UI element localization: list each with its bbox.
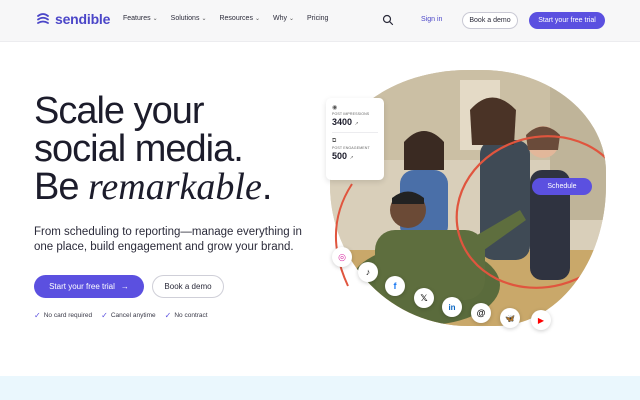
start-free-trial-label: Start your free trial <box>49 282 115 291</box>
checkmark-icon: ✓ <box>101 311 108 320</box>
headline-line-2: social media. <box>34 128 244 170</box>
brand-name: sendible <box>55 11 111 27</box>
checkmark-icon: ✓ <box>34 311 41 320</box>
sendible-logo-icon <box>37 13 49 24</box>
x-icon[interactable]: 𝕏 <box>414 288 434 308</box>
sendible-logo[interactable]: sendible <box>36 11 110 27</box>
headline-remarkable: remarkable <box>88 166 262 208</box>
headline-be: Be <box>34 166 89 208</box>
nav-why[interactable]: Why ⌄ <box>273 15 294 22</box>
chevron-down-icon: ⌄ <box>152 16 158 22</box>
linkedin-icon[interactable]: in <box>442 297 462 317</box>
eye-icon: ◉ <box>332 105 338 111</box>
check-item: ✓ No contract <box>165 311 208 320</box>
sign-in-link[interactable]: Sign in <box>421 16 442 23</box>
divider <box>332 132 378 133</box>
nav-links: Features ⌄ Solutions ⌄ Resources ⌄ Why ⌄… <box>123 15 328 22</box>
stat-engagement: ⧉ Post engagement 500 ↗ <box>332 138 378 161</box>
check-item: ✓ Cancel anytime <box>101 311 156 320</box>
benefit-checks: ✓ No card required ✓ Cancel anytime ✓ No… <box>34 311 208 320</box>
top-navigation: sendible Features ⌄ Solutions ⌄ Resource… <box>0 0 640 42</box>
stat-value: 3400 ↗ <box>332 117 378 127</box>
check-item: ✓ No card required <box>34 311 92 320</box>
nav-solutions[interactable]: Solutions ⌄ <box>171 15 207 22</box>
headline-period: . <box>261 166 273 208</box>
nav-features-label: Features <box>123 15 151 22</box>
stat-impressions: ◉ Post impressions 3400 ↗ <box>332 104 378 127</box>
trend-up-icon: ↗ <box>349 155 354 161</box>
nav-pricing[interactable]: Pricing <box>307 15 328 22</box>
stat-value-number: 500 <box>332 151 348 161</box>
next-section-band <box>0 376 640 400</box>
threads-icon[interactable]: @ <box>471 303 491 323</box>
nav-pricing-label: Pricing <box>307 15 329 22</box>
headline-line-3: Be remarkable. <box>34 166 273 208</box>
nav-solutions-label: Solutions <box>170 15 200 22</box>
bluesky-icon[interactable]: 🦋 <box>500 308 520 328</box>
arrow-right-icon: → <box>120 282 129 291</box>
chevron-down-icon: ⌄ <box>201 16 207 22</box>
hero-headline: Scale your social media. Be remarkable. <box>34 90 273 208</box>
book-demo-button[interactable]: Book a demo <box>152 275 224 298</box>
checkmark-icon: ✓ <box>164 311 172 320</box>
instagram-icon[interactable]: ◎ <box>332 247 352 267</box>
headline-line-1: Scale your <box>34 90 205 132</box>
check-label: No contract <box>174 312 208 319</box>
nav-resources-label: Resources <box>219 15 253 22</box>
stats-card: ◉ Post impressions 3400 ↗ ⧉ Post engagem… <box>326 98 384 180</box>
check-label: No card required <box>43 312 93 319</box>
search-icon[interactable] <box>382 14 394 26</box>
stat-value-number: 3400 <box>332 117 353 127</box>
nav-features[interactable]: Features ⌄ <box>123 15 158 22</box>
chevron-down-icon: ⌄ <box>288 16 295 22</box>
chevron-down-icon: ⌄ <box>254 16 260 22</box>
book-demo-button-nav[interactable]: Book a demo <box>462 12 518 29</box>
decorative-ring-arc <box>334 183 353 287</box>
start-free-trial-button[interactable]: Start your free trial → <box>34 275 144 298</box>
stat-label: Post impressions <box>332 112 370 116</box>
stat-value: 500 ↗ <box>332 151 378 161</box>
facebook-icon[interactable]: f <box>385 276 405 296</box>
tiktok-icon[interactable]: ♪ <box>358 262 378 282</box>
nav-why-label: Why <box>272 15 287 22</box>
hero-subtext: From scheduling to reporting—manage ever… <box>34 226 302 253</box>
copy-icon: ⧉ <box>332 138 337 144</box>
nav-resources[interactable]: Resources ⌄ <box>219 15 260 22</box>
youtube-icon[interactable]: ▶ <box>531 310 551 330</box>
trend-up-icon: ↗ <box>354 121 359 127</box>
hero-visual: ◉ Post impressions 3400 ↗ ⧉ Post engagem… <box>326 70 616 340</box>
stat-label: Post engagement <box>332 146 370 150</box>
free-trial-button-nav[interactable]: Start your free trial <box>529 12 605 29</box>
check-label: Cancel anytime <box>110 312 156 319</box>
schedule-button[interactable]: Schedule <box>532 178 592 195</box>
